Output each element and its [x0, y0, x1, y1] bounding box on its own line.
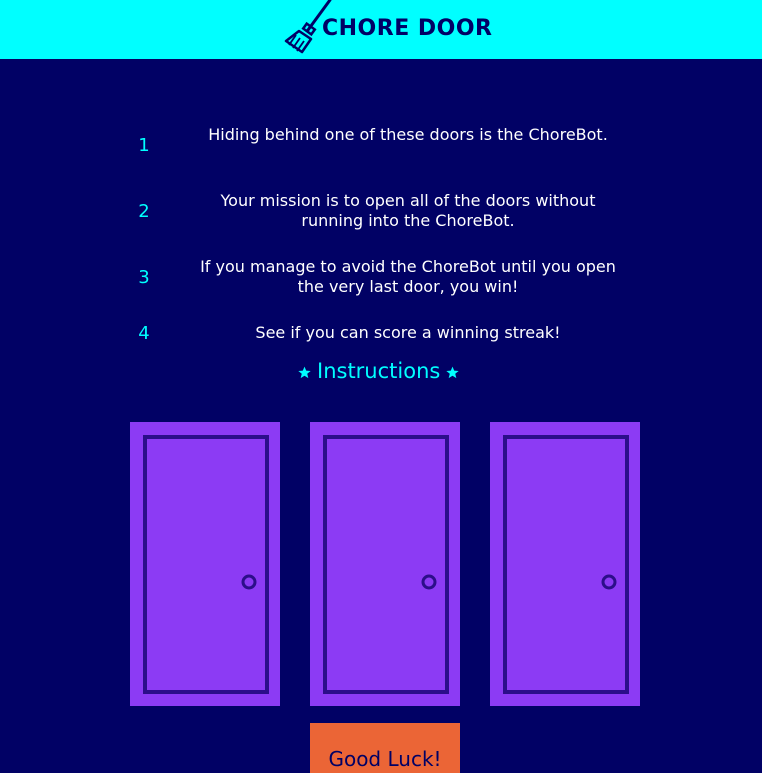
step-number: 4 — [138, 323, 150, 344]
door-2[interactable] — [310, 422, 460, 706]
step-text: If you manage to avoid the ChoreBot unti… — [200, 257, 616, 296]
step-text: See if you can score a winning streak! — [255, 323, 561, 342]
door-1[interactable] — [130, 422, 280, 706]
header-bar: CHORE DOOR — [0, 0, 762, 59]
page-title: CHORE DOOR — [322, 16, 493, 41]
star-icon — [298, 366, 311, 379]
step-number: 2 — [138, 201, 150, 222]
closed-door-icon — [310, 422, 460, 706]
instructions-label: Instructions — [317, 359, 441, 383]
closed-door-icon — [130, 422, 280, 706]
good-luck-button[interactable]: Good Luck! — [310, 723, 460, 773]
step-text: Hiding behind one of these doors is the … — [208, 125, 608, 144]
star-icon — [446, 366, 460, 379]
door-3[interactable] — [490, 422, 640, 706]
step-text: Your mission is to open all of the doors… — [220, 191, 596, 230]
step-number: 1 — [138, 135, 150, 156]
good-luck-label: Good Luck! — [328, 747, 442, 771]
step-number: 3 — [138, 267, 150, 288]
instructions-heading: Instructions — [298, 356, 460, 386]
closed-door-icon — [490, 422, 640, 706]
